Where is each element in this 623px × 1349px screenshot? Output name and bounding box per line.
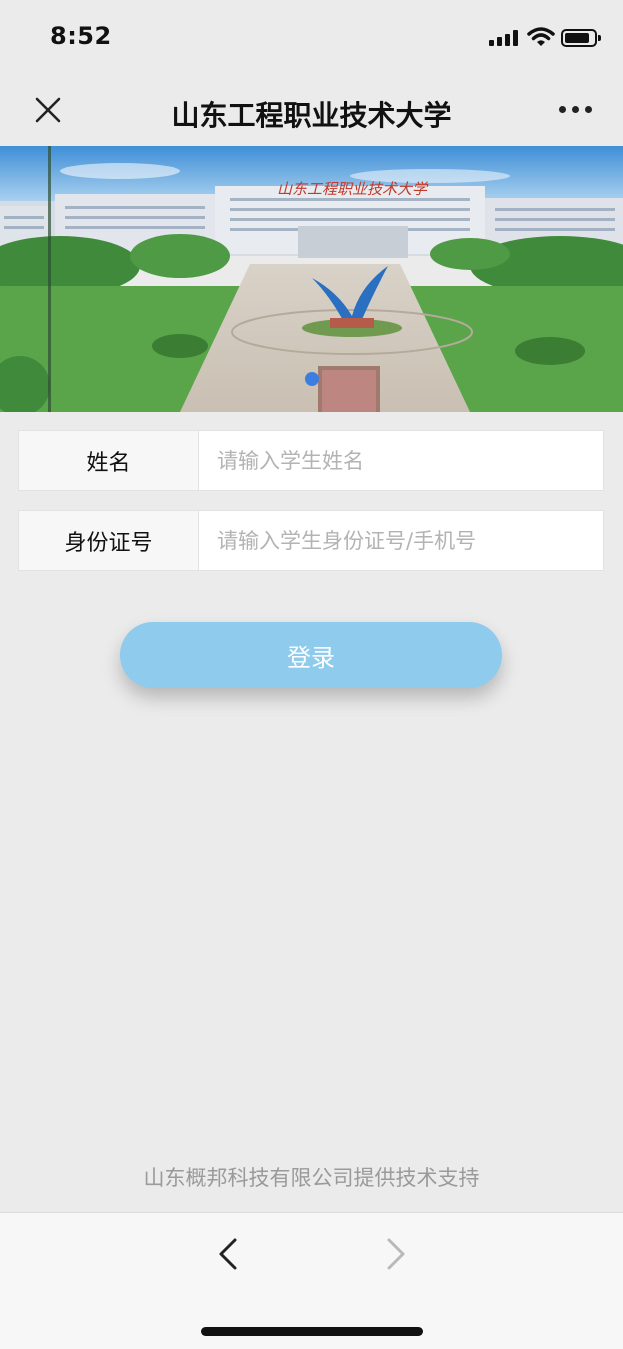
name-input[interactable] <box>199 431 603 490</box>
school-sign: 山东工程职业技术大学 <box>277 180 429 198</box>
signal-icon <box>489 30 519 46</box>
login-form: 姓名 身份证号 <box>18 430 604 590</box>
chevron-left-icon[interactable] <box>214 1237 242 1271</box>
browser-bottom-bar <box>0 1212 623 1349</box>
home-indicator <box>201 1327 423 1336</box>
id-label: 身份证号 <box>19 511 199 570</box>
name-row: 姓名 <box>18 430 604 491</box>
footer-credit: 山东概邦科技有限公司提供技术支持 <box>143 1166 480 1190</box>
status-time: 8:52 <box>50 22 112 50</box>
page-title: 山东工程职业技术大学 <box>171 99 452 132</box>
battery-icon <box>561 29 601 47</box>
campus-photo: 山东工程职业技术大学 <box>0 146 623 412</box>
carousel-dot[interactable] <box>305 372 319 386</box>
id-input[interactable] <box>199 511 603 570</box>
wifi-icon <box>527 27 555 46</box>
more-icon[interactable] <box>559 106 593 114</box>
id-row: 身份证号 <box>18 510 604 571</box>
name-label: 姓名 <box>19 431 199 490</box>
status-bar: 8:52 <box>0 0 623 76</box>
nav-bar: 山东工程职业技术大学 <box>0 76 623 144</box>
banner-carousel[interactable]: 山东工程职业技术大学 <box>0 146 623 412</box>
chevron-right-icon[interactable] <box>382 1237 410 1271</box>
login-button[interactable]: 登录 <box>120 622 502 688</box>
